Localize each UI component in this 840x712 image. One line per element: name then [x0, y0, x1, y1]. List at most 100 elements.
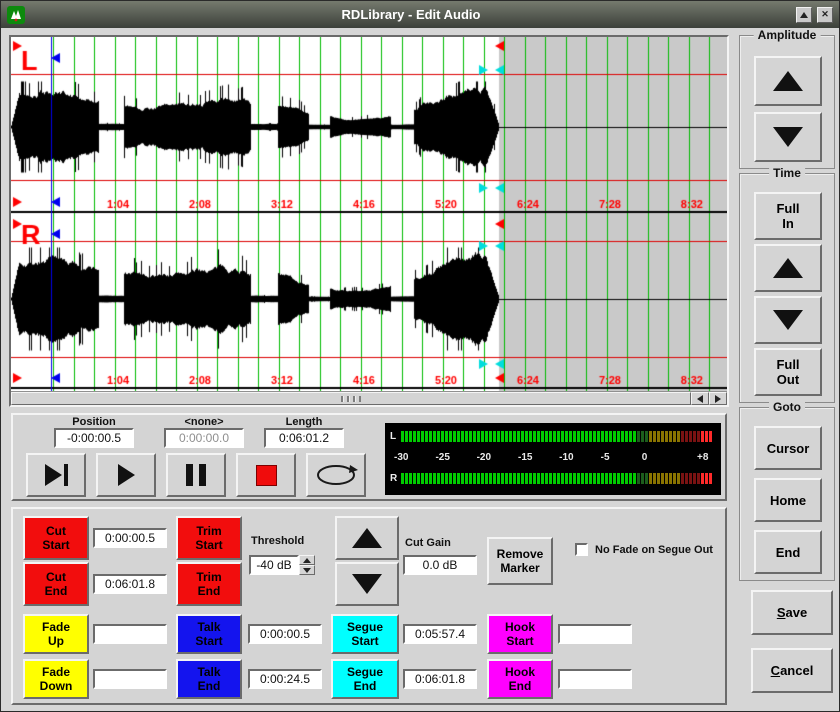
hook-start-field[interactable]	[558, 624, 632, 644]
time-title: Time	[769, 166, 805, 180]
goto-home-button[interactable]: Home	[754, 478, 822, 522]
app-icon	[7, 6, 25, 24]
goto-title: Goto	[769, 400, 805, 414]
threshold-spin-down-button[interactable]	[299, 565, 315, 575]
scrollbar-grip	[341, 396, 361, 402]
time-group: Time Full In Full Out	[739, 173, 835, 403]
zoom-in-button[interactable]	[754, 244, 822, 292]
gain-down-button[interactable]	[335, 562, 399, 606]
play-button[interactable]	[96, 453, 156, 497]
window-title: RDLibrary - Edit Audio	[31, 7, 791, 22]
cut-end-field[interactable]	[93, 574, 167, 594]
talk-end-field[interactable]	[248, 669, 322, 689]
cut-end-button[interactable]: Cut End	[23, 562, 89, 606]
titlebar[interactable]: RDLibrary - Edit Audio ✕	[1, 1, 839, 28]
cancel-button[interactable]: Cancel	[751, 648, 833, 693]
meter-scale: -30-25-20-15-10-50+8	[385, 452, 721, 466]
no-fade-label: No Fade on Segue Out	[595, 544, 713, 556]
hook-end-button[interactable]: Hook End	[487, 659, 553, 699]
meter-left-bar	[401, 431, 717, 442]
waveform-scrollbar[interactable]	[11, 391, 727, 405]
threshold-spin-up-button[interactable]	[299, 555, 315, 565]
stop-icon	[256, 465, 277, 486]
segue-start-field[interactable]	[403, 624, 477, 644]
meter-right-bar	[401, 473, 717, 484]
spin-up-icon	[303, 558, 311, 563]
gain-up-button[interactable]	[335, 516, 399, 560]
talk-start-field[interactable]	[248, 624, 322, 644]
length-label: Length	[264, 416, 344, 428]
threshold-spinbox	[249, 555, 315, 575]
loop-icon	[313, 462, 359, 488]
stop-button[interactable]	[236, 453, 296, 497]
play-from-start-button[interactable]	[26, 453, 86, 497]
cut-gain-field[interactable]	[403, 555, 477, 575]
hook-start-button[interactable]: Hook Start	[487, 614, 553, 654]
zoom-out-button[interactable]	[754, 296, 822, 344]
waveform-panel	[9, 35, 729, 407]
amplitude-group: Amplitude	[739, 35, 835, 169]
no-fade-checkbox[interactable]	[575, 543, 588, 556]
goto-end-button[interactable]: End	[754, 530, 822, 574]
scroll-left-icon	[697, 395, 703, 403]
marker-field[interactable]	[164, 428, 244, 448]
shade-button[interactable]	[796, 7, 812, 23]
trim-start-button[interactable]: Trim Start	[176, 516, 242, 560]
talk-end-button[interactable]: Talk End	[176, 659, 242, 699]
save-button-label: Save	[753, 605, 831, 620]
audio-meter: L -30-25-20-15-10-50+8 R	[385, 423, 721, 495]
close-icon: ✕	[821, 9, 829, 20]
fade-down-button[interactable]: Fade Down	[23, 659, 89, 699]
amplitude-down-button[interactable]	[754, 112, 822, 162]
hook-end-field[interactable]	[558, 669, 632, 689]
scroll-right-icon	[715, 395, 721, 403]
fade-up-button[interactable]: Fade Up	[23, 614, 89, 654]
up-arrow-icon	[773, 71, 803, 91]
cut-start-field[interactable]	[93, 528, 167, 548]
edit-audio-window: RDLibrary - Edit Audio ✕ Position <none>…	[0, 0, 840, 712]
loop-button[interactable]	[306, 453, 366, 497]
talk-start-button[interactable]: Talk Start	[176, 614, 242, 654]
close-button[interactable]: ✕	[817, 7, 833, 23]
length-field[interactable]	[264, 428, 344, 448]
segue-end-button[interactable]: Segue End	[331, 659, 399, 699]
goto-cursor-button[interactable]: Cursor	[754, 426, 822, 470]
down-arrow-icon	[773, 127, 803, 147]
play-icon	[118, 464, 135, 486]
meter-right-label: R	[390, 473, 397, 484]
marker-panel: Cut Start Cut End Trim Start Trim End Th…	[11, 507, 727, 705]
segue-start-button[interactable]: Segue Start	[331, 614, 399, 654]
trim-end-button[interactable]: Trim End	[176, 562, 242, 606]
down-arrow-icon	[352, 574, 382, 594]
amplitude-up-button[interactable]	[754, 56, 822, 106]
marker-name-label: <none>	[164, 416, 244, 428]
cut-gain-label: Cut Gain	[405, 537, 451, 549]
position-field[interactable]	[54, 428, 134, 448]
waveform-display[interactable]	[11, 37, 727, 391]
position-label: Position	[54, 416, 134, 428]
save-button[interactable]: Save	[751, 590, 833, 635]
threshold-field[interactable]	[249, 555, 299, 575]
play-from-start-icon	[45, 464, 68, 486]
remove-marker-button[interactable]: Remove Marker	[487, 537, 553, 585]
pause-icon	[186, 464, 206, 486]
fade-down-field[interactable]	[93, 669, 167, 689]
meter-left-label: L	[390, 431, 396, 442]
amplitude-title: Amplitude	[754, 28, 821, 42]
cut-start-button[interactable]: Cut Start	[23, 516, 89, 560]
segue-end-field[interactable]	[403, 669, 477, 689]
scrollbar-thumb[interactable]	[11, 392, 691, 405]
full-out-button[interactable]: Full Out	[754, 348, 822, 396]
spin-down-icon	[303, 568, 311, 573]
threshold-label: Threshold	[251, 535, 304, 547]
up-arrow-icon	[352, 528, 382, 548]
goto-group: Goto Cursor Home End	[739, 407, 835, 581]
scroll-right-button[interactable]	[709, 392, 727, 405]
shade-icon	[800, 12, 808, 18]
full-in-button[interactable]: Full In	[754, 192, 822, 240]
up-arrow-icon	[773, 258, 803, 278]
down-arrow-icon	[773, 310, 803, 330]
fade-up-field[interactable]	[93, 624, 167, 644]
pause-button[interactable]	[166, 453, 226, 497]
scroll-left-button[interactable]	[691, 392, 709, 405]
